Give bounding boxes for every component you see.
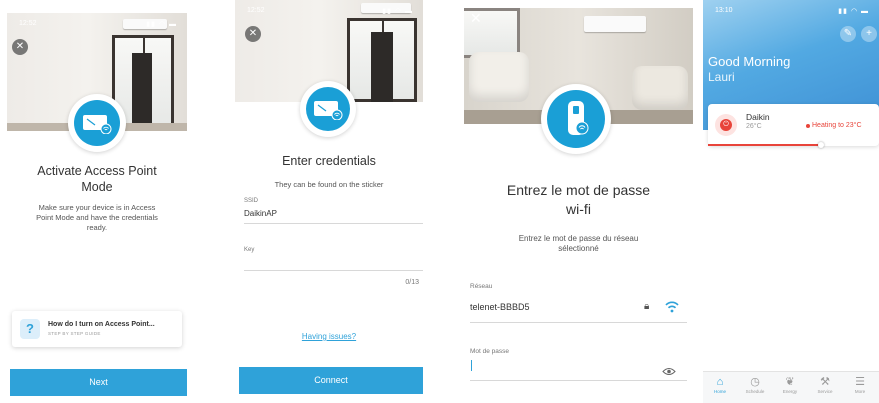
wifi-signal-icon: [665, 300, 679, 318]
wifi-adapter-icon: [547, 90, 605, 148]
password-underline: [470, 380, 687, 381]
page-title: Entrez le mot de passe wi-fi: [464, 181, 693, 219]
tab-label: Service: [817, 389, 833, 394]
help-guide-card[interactable]: ? How do I turn on Access Point... STEP …: [12, 311, 182, 347]
progress-handle: [818, 142, 824, 148]
help-title: How do I turn on Access Point...: [48, 321, 155, 328]
add-button[interactable]: +: [861, 26, 877, 42]
status-bar: 12:52 ▮▮ ◠ ▬: [241, 5, 417, 17]
ssid-input[interactable]: DaikinAP: [244, 209, 277, 218]
text-cursor: [471, 360, 472, 371]
password-input[interactable]: [470, 358, 663, 374]
status-bar: 13:10 ▮▮ ◠ ▬: [709, 5, 873, 17]
tab-energy[interactable]: ❦ Energy: [773, 375, 807, 394]
instructions-text: Make sure your device is in Access Point…: [15, 203, 179, 233]
close-icon: ✕: [248, 28, 258, 39]
page-title: Activate Access Point Mode: [7, 163, 187, 195]
title-line: Mode: [81, 180, 113, 194]
lock-icon: 🔒︎: [644, 301, 650, 312]
close-icon: ✕: [15, 41, 25, 52]
tab-label: Home: [713, 389, 726, 394]
ac-unit-wifi-icon: [74, 100, 120, 146]
signal-wifi-battery-icon: ▮▮ ◠ ▬: [382, 8, 413, 15]
instruction-line: ready.: [86, 223, 108, 232]
device-card[interactable]: ⏻ Daikin 26°C Heating to 23°C: [708, 104, 879, 148]
help-icon: ?: [20, 319, 40, 339]
device-badge: [541, 84, 611, 154]
device-name: Daikin: [746, 112, 770, 122]
key-input[interactable]: [244, 255, 423, 269]
ssid-underline: [244, 223, 423, 224]
status-time: 12:52: [19, 20, 37, 27]
pencil-icon: ✎: [843, 28, 853, 39]
next-button[interactable]: Next: [10, 369, 187, 396]
title-line: wi-fi: [566, 201, 591, 217]
signal-wifi-battery-icon: ▮▮ ◠ ▬: [838, 8, 869, 15]
subtitle-line: Entrez le mot de passe du réseau: [518, 234, 639, 243]
tab-label: More: [854, 389, 866, 394]
title-line: Activate Access Point: [37, 164, 157, 178]
key-label: Key: [244, 247, 255, 253]
wrench-icon: ⚒: [820, 376, 830, 388]
edit-button[interactable]: ✎: [840, 26, 856, 42]
device-badge: [300, 81, 356, 137]
instruction-line: Make sure your device is in Access: [38, 203, 156, 212]
screen-home-dashboard: 13:10 ▮▮ ◠ ▬ ✎ + Good Morning Lauri ⏻ Da…: [703, 0, 879, 403]
key-underline: [244, 270, 423, 271]
show-password-eye-icon[interactable]: [662, 363, 676, 381]
instruction-line: Point Mode and have the credentials: [36, 213, 158, 222]
heating-progress-bar: [708, 144, 822, 146]
status-time: 12:52: [247, 7, 265, 14]
screen-wifi-password: ✕ Entrez le mot de passe wi-fi Entrez le…: [464, 8, 693, 400]
tab-label: Schedule: [745, 389, 765, 394]
screen-activate-access-point: 12:52 ▮▮ ◠ ▬ ✕ Activate Access Point Mod…: [7, 13, 187, 399]
home-icon: ⌂: [716, 376, 724, 388]
status-time: 13:10: [715, 7, 733, 14]
network-value[interactable]: telenet-BBBD5: [470, 302, 530, 312]
device-temperature: 26°C: [746, 123, 762, 130]
help-subtitle: STEP BY STEP GUIDE: [48, 331, 101, 336]
page-subtitle: Entrez le mot de passe du réseau sélecti…: [472, 234, 685, 254]
connect-button[interactable]: Connect: [239, 367, 423, 394]
menu-icon: ☰: [855, 376, 865, 388]
user-name: Lauri: [708, 70, 735, 84]
network-underline: [470, 322, 687, 323]
device-badge: [68, 94, 126, 152]
tab-schedule[interactable]: ◷ Schedule: [738, 375, 772, 394]
page-title: Enter credentials: [282, 154, 376, 168]
subtitle-line: sélectionné: [558, 244, 599, 253]
close-button[interactable]: ✕: [12, 39, 28, 55]
title-line: Entrez le mot de passe: [506, 182, 651, 198]
having-issues-link[interactable]: Having issues?: [235, 332, 423, 341]
signal-wifi-battery-icon: ▮▮ ◠ ▬: [146, 21, 177, 28]
heating-dot-icon: [806, 124, 810, 128]
bottom-tab-bar: ⌂ Home ◷ Schedule ❦ Energy ⚒ Service ☰ M…: [703, 371, 879, 403]
close-button[interactable]: ✕: [245, 26, 261, 42]
tab-home[interactable]: ⌂ Home: [703, 375, 737, 394]
clock-icon: ◷: [750, 376, 760, 388]
page-subtitle: They can be found on the sticker: [274, 180, 384, 189]
ssid-label: SSID: [244, 198, 259, 204]
tab-label: Energy: [782, 389, 798, 394]
status-bar: 12:52 ▮▮ ◠ ▬: [13, 18, 181, 30]
network-label: Réseau: [470, 283, 493, 290]
plus-icon: +: [866, 28, 872, 39]
close-icon: ✕: [470, 10, 482, 26]
key-char-counter: 0/13: [405, 279, 419, 286]
greeting-text: Good Morning: [708, 54, 791, 69]
leaf-icon: ❦: [785, 376, 795, 388]
device-status: Heating to 23°C: [812, 122, 862, 129]
close-button[interactable]: ✕: [470, 11, 482, 25]
device-power-icon[interactable]: ⏻: [715, 114, 737, 136]
password-label: Mot de passe: [470, 348, 510, 355]
tab-service[interactable]: ⚒ Service: [808, 375, 842, 394]
tab-more[interactable]: ☰ More: [843, 375, 877, 394]
ac-unit-wifi-icon: [306, 87, 350, 131]
screen-enter-credentials: 12:52 ▮▮ ◠ ▬ ✕ Enter credentials They ca…: [235, 0, 423, 403]
